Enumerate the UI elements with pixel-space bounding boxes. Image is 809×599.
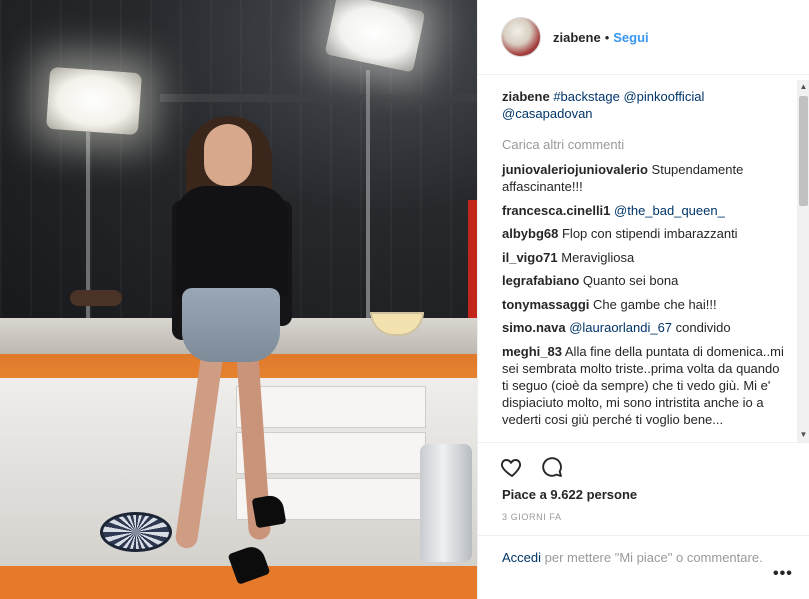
- scrollbar-thumb[interactable]: [799, 96, 808, 206]
- comment-item: simo.nava @lauraorlandi_67 condivido: [502, 319, 786, 336]
- post-photo[interactable]: [0, 0, 477, 599]
- speech-bubble-icon[interactable]: [540, 455, 564, 479]
- comment-text: Flop con stipendi imbarazzanti: [561, 226, 738, 241]
- post-header: ziabene • Segui: [478, 0, 809, 75]
- login-prompt-text: per mettere "Mi piace" o commentare.: [541, 550, 763, 565]
- mention-link[interactable]: @casapadovan: [502, 106, 593, 121]
- scroll-down-arrow-icon[interactable]: ▼: [797, 428, 809, 442]
- header-separator: •: [604, 29, 610, 45]
- photo-plate: [100, 512, 172, 552]
- comment-username[interactable]: juniovaleriojuniovalerio: [502, 162, 648, 177]
- caption-username[interactable]: ziabene: [502, 89, 550, 104]
- hashtag-link[interactable]: #backstage: [553, 89, 620, 104]
- comment-username[interactable]: tonymassaggi: [502, 297, 589, 312]
- comment-item: tonymassaggi Che gambe che hai!!!: [502, 296, 786, 313]
- photo-red-panel: [468, 200, 477, 320]
- follow-button[interactable]: Segui: [613, 30, 648, 45]
- comment-text: Meravigliosa: [561, 249, 635, 265]
- comment-username[interactable]: meghi_83: [502, 344, 562, 359]
- comment-item: legrafabiano Quanto sei bona: [502, 272, 786, 289]
- photo-drawer: [236, 386, 426, 428]
- post-timestamp: 3 GIORNI FA: [502, 512, 562, 522]
- post-actions: [478, 442, 809, 490]
- login-prompt: Accedi per mettere "Mi piace" o commenta…: [478, 535, 809, 599]
- avatar[interactable]: [501, 17, 541, 57]
- caption: ziabene #backstage @pinkoofficial @casap…: [502, 88, 786, 122]
- comment-item: albybg68 Flop con stipendi imbarazzanti: [502, 225, 786, 242]
- comment-text: Che gambe che hai!!!: [593, 296, 717, 312]
- photo-woman-skirt: [182, 288, 280, 362]
- comment-text: condivido: [675, 320, 731, 335]
- mention-link[interactable]: @the_bad_queen_: [614, 203, 725, 218]
- photo-woman-face: [204, 124, 252, 186]
- photo-light-stand: [366, 70, 370, 320]
- ellipsis-icon[interactable]: •••: [773, 565, 793, 583]
- photo-studio-light: [45, 66, 143, 136]
- photo-cake: [70, 290, 122, 306]
- comment-item: meghi_83 Alla fine della puntata di dome…: [502, 343, 786, 428]
- post-side-panel: ziabene • Segui ziabene #backstage @pink…: [477, 0, 809, 599]
- comments-list[interactable]: ziabene #backstage @pinkoofficial @casap…: [478, 80, 798, 442]
- instagram-post: ziabene • Segui ziabene #backstage @pink…: [0, 0, 809, 599]
- scroll-up-arrow-icon[interactable]: ▲: [797, 80, 809, 94]
- comment-item: francesca.cinelli1 @the_bad_queen_: [502, 202, 786, 219]
- photo-canister: [420, 444, 472, 562]
- mention-link[interactable]: @lauraorlandi_67: [569, 320, 672, 335]
- comment-username[interactable]: legrafabiano: [502, 273, 579, 288]
- load-more-comments-button[interactable]: Carica altri commenti: [502, 136, 786, 153]
- photo-woman-torso: [176, 186, 288, 298]
- login-link[interactable]: Accedi: [502, 550, 541, 565]
- mention-link[interactable]: @pinkoofficial: [623, 89, 704, 104]
- comment-text: Quanto sei bona: [582, 273, 679, 288]
- header-username[interactable]: ziabene: [553, 30, 601, 45]
- photo-lighting-rail: [160, 94, 477, 102]
- comment-username[interactable]: albybg68: [502, 226, 558, 241]
- heart-icon[interactable]: [500, 455, 524, 479]
- comment-item: juniovaleriojuniovalerio Stupendamente a…: [502, 161, 786, 195]
- comments-scrollbar[interactable]: ▲ ▼: [797, 80, 809, 442]
- comment-item: il_vigo71 Meravigliosa: [502, 249, 786, 266]
- likes-count[interactable]: Piace a 9.622 persone: [502, 487, 637, 502]
- comment-username[interactable]: francesca.cinelli1: [502, 203, 610, 218]
- comment-username[interactable]: il_vigo71: [502, 250, 558, 265]
- comment-username[interactable]: simo.nava: [502, 320, 566, 335]
